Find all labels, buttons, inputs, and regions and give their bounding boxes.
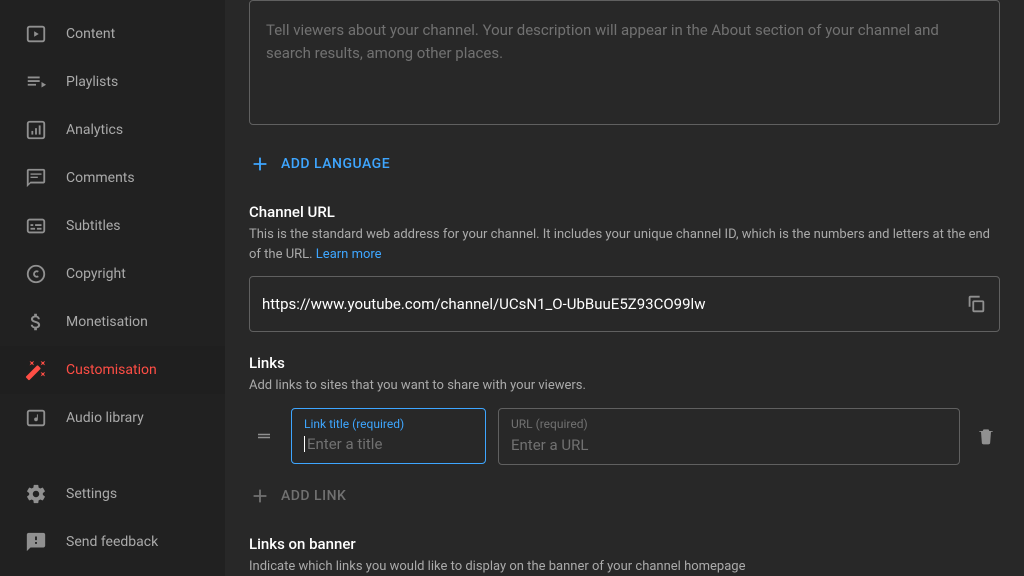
sidebar-item-content[interactable]: Content xyxy=(0,10,225,58)
customisation-icon xyxy=(24,358,48,382)
link-url-field[interactable] xyxy=(511,436,947,454)
sidebar-item-label: Audio library xyxy=(66,410,144,426)
add-language-button[interactable]: ADD LANGUAGE xyxy=(249,145,1000,183)
sidebar-item-settings[interactable]: Settings xyxy=(0,470,225,518)
sidebar-item-label: Content xyxy=(66,26,115,42)
sidebar-item-audio-library[interactable]: Audio library xyxy=(0,394,225,442)
drag-handle-icon[interactable] xyxy=(249,427,279,445)
sidebar-item-label: Analytics xyxy=(66,122,123,138)
add-link-button[interactable]: ADD LINK xyxy=(249,479,1000,513)
sidebar-item-label: Copyright xyxy=(66,266,126,282)
banner-title: Links on banner xyxy=(249,535,1000,553)
link-url-input[interactable]: URL (required) xyxy=(498,408,960,465)
analytics-icon xyxy=(24,118,48,142)
sidebar-item-copyright[interactable]: Copyright xyxy=(0,250,225,298)
banner-desc: Indicate which links you would like to d… xyxy=(249,557,1000,576)
trash-icon[interactable] xyxy=(972,426,1000,446)
links-desc: Add links to sites that you want to shar… xyxy=(249,376,1000,396)
link-row: Link title (required) URL (required) xyxy=(249,408,1000,465)
add-link-label: ADD LINK xyxy=(281,488,346,504)
learn-more-link[interactable]: Learn more xyxy=(316,247,382,262)
sidebar-item-label: Customisation xyxy=(66,362,157,378)
monetisation-icon xyxy=(24,310,48,334)
sidebar-item-comments[interactable]: Comments xyxy=(0,154,225,202)
link-title-input[interactable]: Link title (required) xyxy=(291,408,486,464)
sidebar-item-playlists[interactable]: Playlists xyxy=(0,58,225,106)
add-language-label: ADD LANGUAGE xyxy=(281,156,390,172)
sidebar-item-feedback[interactable]: Send feedback xyxy=(0,518,225,566)
feedback-icon xyxy=(24,530,48,554)
channel-description-input[interactable]: Tell viewers about your channel. Your de… xyxy=(249,0,1000,125)
sidebar-item-label: Send feedback xyxy=(66,534,158,550)
sidebar-item-label: Subtitles xyxy=(66,218,121,234)
links-section: Links Add links to sites that you want t… xyxy=(249,354,1000,513)
plus-icon xyxy=(249,153,271,175)
sidebar-item-customisation[interactable]: Customisation xyxy=(0,346,225,394)
sidebar-item-label: Monetisation xyxy=(66,314,148,330)
sidebar-item-analytics[interactable]: Analytics xyxy=(0,106,225,154)
link-title-field[interactable] xyxy=(307,435,473,453)
plus-icon xyxy=(249,485,271,507)
playlists-icon xyxy=(24,70,48,94)
sidebar-item-subtitles[interactable]: Subtitles xyxy=(0,202,225,250)
sidebar-item-label: Comments xyxy=(66,170,135,186)
channel-url-value[interactable]: https://www.youtube.com/channel/UCsN1_O-… xyxy=(262,295,965,313)
text-cursor xyxy=(304,436,305,452)
copyright-icon xyxy=(24,262,48,286)
channel-url-section: Channel URL This is the standard web add… xyxy=(249,203,1000,332)
subtitles-icon xyxy=(24,214,48,238)
channel-url-box: https://www.youtube.com/channel/UCsN1_O-… xyxy=(249,276,1000,332)
sidebar-item-label: Settings xyxy=(66,486,117,502)
content-icon xyxy=(24,22,48,46)
sidebar: Content Playlists Analytics Comments Sub… xyxy=(0,0,225,576)
banner-section: Links on banner Indicate which links you… xyxy=(249,535,1000,576)
links-title: Links xyxy=(249,354,1000,372)
link-url-label: URL (required) xyxy=(511,417,947,431)
channel-url-desc: This is the standard web address for you… xyxy=(249,225,1000,264)
comments-icon xyxy=(24,166,48,190)
gear-icon xyxy=(24,482,48,506)
copy-icon[interactable] xyxy=(965,293,987,315)
link-title-label: Link title (required) xyxy=(304,417,473,431)
channel-url-title: Channel URL xyxy=(249,203,1000,221)
audio-library-icon xyxy=(24,406,48,430)
main-content: Tell viewers about your channel. Your de… xyxy=(225,0,1024,576)
sidebar-item-label: Playlists xyxy=(66,74,118,90)
sidebar-item-monetisation[interactable]: Monetisation xyxy=(0,298,225,346)
description-placeholder: Tell viewers about your channel. Your de… xyxy=(266,21,939,62)
